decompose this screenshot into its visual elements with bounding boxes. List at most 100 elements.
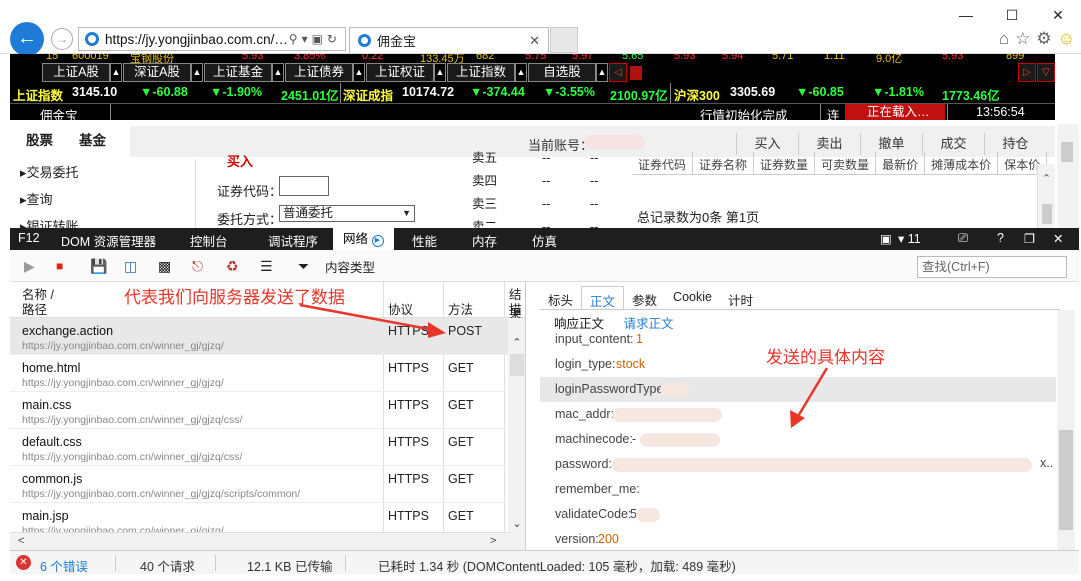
url-text[interactable]: https://jy.yongjinbao.com.cn/… [105, 32, 288, 47]
tab-fund[interactable]: 基金 [63, 124, 116, 156]
grid-scrollbar[interactable]: ⌃ [1037, 164, 1055, 228]
tab-headers[interactable]: 标头 [540, 286, 581, 310]
security-code-input[interactable] [279, 176, 329, 196]
close-window-button[interactable]: ✕ [1035, 4, 1081, 26]
tab-dom-explorer[interactable]: DOM 资源管理器 [61, 231, 156, 250]
market-tab-arrow-icon[interactable]: ▲ [596, 63, 608, 82]
scroll-thumb[interactable] [510, 354, 524, 376]
market-tab-sz-a[interactable]: 深证A股 [123, 63, 191, 82]
market-tab-arrow-icon[interactable]: ▲ [191, 63, 203, 82]
tab-debugger[interactable]: 调试程序 [268, 231, 318, 250]
request-row[interactable]: default.css https://jy.yongjinbao.com.cn… [10, 429, 510, 466]
scroll-thumb[interactable] [630, 66, 642, 80]
detail-scrollbar[interactable] [1057, 310, 1075, 550]
scroll-left-icon[interactable]: ◁ [609, 63, 627, 82]
request-row[interactable]: main.css https://jy.yongjinbao.com.cn/wi… [10, 392, 510, 429]
col-method[interactable]: 方法 [448, 299, 473, 318]
grid-col[interactable]: 可卖数量 [815, 152, 877, 174]
chevron-down-icon[interactable]: ⌄ [508, 517, 525, 530]
tab-params[interactable]: 参数 [624, 286, 665, 310]
grid-col[interactable]: 证券数量 [754, 152, 816, 174]
record-play-icon[interactable]: ▶ [371, 235, 384, 247]
market-tab-arrow-icon[interactable]: ▲ [272, 63, 284, 82]
list-horizontal-scrollbar[interactable]: < > [10, 532, 510, 550]
request-row[interactable]: common.js https://jy.yongjinbao.com.cn/w… [10, 466, 510, 503]
market-tab-arrow-icon[interactable]: ▲ [110, 63, 122, 82]
feedback-smiley-icon[interactable]: ☺ [1058, 29, 1075, 49]
home-icon[interactable]: ⌂ [999, 29, 1009, 49]
tab-console[interactable]: 控制台 [190, 231, 228, 250]
close-tab-icon[interactable]: ✕ [529, 33, 540, 49]
scroll-thumb[interactable] [1059, 430, 1073, 530]
market-tab-sh-bond[interactable]: 上证债券 [285, 63, 353, 82]
grid-col[interactable]: 证券代码 [632, 152, 694, 174]
grid-col[interactable]: 证券名称 [693, 152, 755, 174]
grid-col[interactable]: 摊薄成本价 [925, 152, 999, 174]
nav-trade-order[interactable]: ▸交易委托 [10, 159, 195, 186]
console-toggle-icon[interactable]: ⎚ [958, 231, 968, 246]
list-vertical-scrollbar[interactable]: ⌃ ⌄ [508, 318, 525, 550]
filter-funnel-icon[interactable]: ⏷ [298, 258, 309, 275]
market-tab-arrow-icon[interactable]: ▲ [434, 63, 446, 82]
address-bar-icons[interactable]: ⚲▾▣↻ [289, 32, 345, 46]
chevron-right-icon[interactable]: > [490, 535, 496, 547]
grid-col[interactable]: 最新价 [876, 152, 926, 174]
target-screen-icon[interactable]: ▣ [880, 231, 892, 246]
maximize-button[interactable]: ☐ [989, 4, 1035, 26]
find-input[interactable]: 查找(Ctrl+F) [917, 256, 1067, 278]
market-tab-sh-warrant[interactable]: 上证权证 [366, 63, 434, 82]
nav-query[interactable]: ▸查询 [10, 186, 195, 213]
chevron-up-icon[interactable]: ⌃ [1038, 164, 1055, 185]
page-scrollbar[interactable] [1057, 124, 1079, 230]
undock-icon[interactable]: ❐ [1024, 231, 1035, 246]
chevron-up-icon[interactable]: ⌃ [508, 318, 525, 349]
clear-entries-icon[interactable]: ☰ [260, 258, 273, 275]
settings-gear-icon[interactable]: ⚙ [1036, 29, 1051, 49]
help-icon[interactable]: ? [997, 231, 1004, 245]
col-path[interactable]: 路径 [22, 299, 47, 318]
chevron-left-icon[interactable]: < [18, 535, 24, 547]
scroll-thumb[interactable] [1061, 142, 1073, 162]
minimize-button[interactable]: — [943, 4, 989, 26]
clear-cookies-icon[interactable]: ♻ [226, 258, 239, 275]
clear-cache-icon[interactable]: ⎋ [192, 258, 203, 275]
order-method-select[interactable]: 普通委托 ▼ [279, 205, 415, 222]
nav-bank-transfer[interactable]: ▸银证转账 [10, 213, 195, 228]
error-count[interactable]: 6 个错误 [40, 556, 88, 575]
market-tab-arrow-icon[interactable]: ▲ [353, 63, 365, 82]
scroll-down-icon[interactable]: ▽ [1037, 63, 1055, 82]
market-tab-sh-a[interactable]: 上证A股 [42, 63, 110, 82]
tab-network[interactable]: 网络 ▶ [333, 228, 394, 250]
stop-capture-icon[interactable]: ■ [56, 259, 63, 273]
tab-memory[interactable]: 内存 [472, 231, 497, 250]
tab-timing[interactable]: 计时 [720, 286, 761, 310]
clear-on-navigate-icon[interactable]: ▩ [158, 258, 171, 275]
tab-body[interactable]: 正文 [581, 286, 625, 310]
market-tab-watchlist[interactable]: 自选股 [528, 63, 596, 82]
close-devtools-icon[interactable]: ✕ [1053, 231, 1063, 246]
favorites-star-icon[interactable]: ☆ [1015, 29, 1030, 49]
col-desc[interactable]: 描 [509, 299, 522, 318]
forward-arrow-icon[interactable]: → [51, 28, 73, 50]
address-bar[interactable]: https://jy.yongjinbao.com.cn/… ⚲▾▣↻ [78, 27, 346, 51]
new-tab-button[interactable] [550, 27, 578, 53]
tab-stock[interactable]: 股票 [10, 124, 63, 156]
back-arrow-icon[interactable]: ← [10, 22, 44, 56]
scroll-right-icon[interactable]: ▷ [1018, 63, 1036, 82]
target-count[interactable]: ▾ 11 [898, 231, 921, 246]
request-row[interactable]: exchange.action https://jy.yongjinbao.co… [10, 318, 510, 355]
tab-emulation[interactable]: 仿真 [532, 231, 557, 250]
tab-cookies[interactable]: Cookie [665, 286, 720, 310]
browser-tab[interactable]: 佣金宝 ✕ [349, 27, 549, 53]
scroll-thumb[interactable] [1042, 204, 1052, 224]
col-protocol[interactable]: 协议 [388, 299, 413, 318]
request-row[interactable]: home.html https://jy.yongjinbao.com.cn/w… [10, 355, 510, 392]
tab-performance[interactable]: 性能 [412, 231, 437, 250]
export-save-icon[interactable]: 💾 [90, 258, 107, 275]
market-tab-sh-index[interactable]: 上证指数 [447, 63, 515, 82]
market-tab-sh-fund[interactable]: 上证基金 [204, 63, 272, 82]
import-icon[interactable]: ◫ [124, 258, 137, 275]
market-tab-arrow-icon[interactable]: ▲ [515, 63, 527, 82]
start-capture-icon[interactable]: ▶ [24, 258, 35, 275]
content-type-filter[interactable]: 内容类型 [325, 257, 375, 276]
